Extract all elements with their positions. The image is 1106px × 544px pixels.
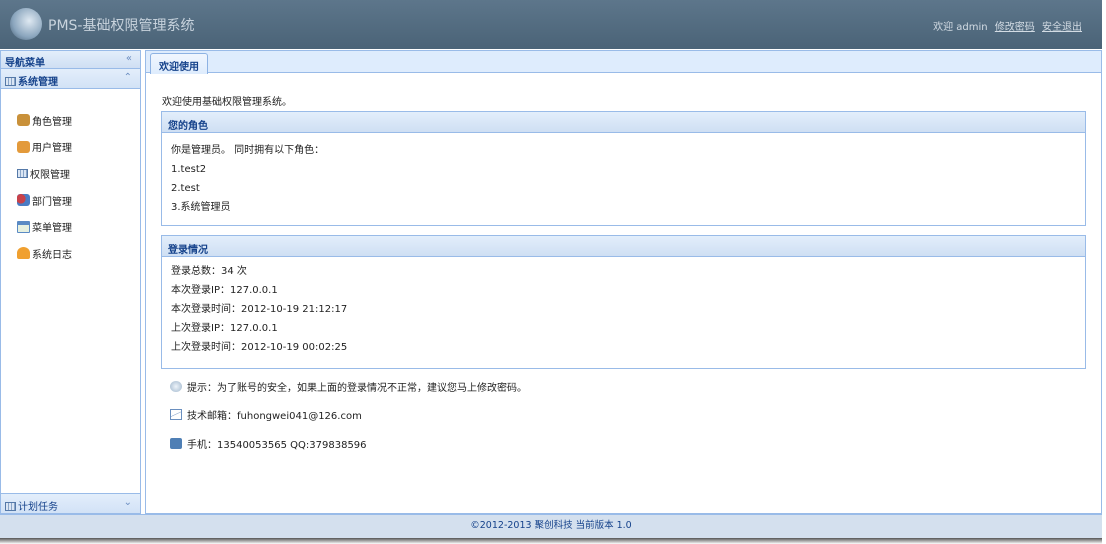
sidebar-item-role[interactable]: 角色管理 xyxy=(17,107,140,134)
phone-text: 手机：13540053565 QQ:379838596 xyxy=(187,440,367,451)
accordion-label: 系统管理 xyxy=(18,77,58,88)
roles-panel: 您的角色 你是管理员。 同时拥有以下角色： 1.test2 2.test 3.系… xyxy=(161,111,1086,226)
nav-panel-title: 导航菜单 xyxy=(5,58,45,69)
lightbulb-icon xyxy=(170,381,182,392)
tab-welcome[interactable]: 欢迎使用 xyxy=(150,53,208,74)
sidebar-item-department[interactable]: 部门管理 xyxy=(17,187,140,214)
sidebar-item-label: 部门管理 xyxy=(32,196,72,208)
accordion-scheduled-tasks[interactable]: 计划任务 ⌄ xyxy=(1,493,140,513)
sidebar-item-permission[interactable]: 权限管理 xyxy=(17,160,140,187)
security-tip: 提示：为了账号的安全，如果上面的登录情况不正常，建议您马上修改密码。 xyxy=(170,379,527,394)
sidebar-item-label: 菜单管理 xyxy=(32,223,72,235)
window-shadow xyxy=(0,538,1102,544)
main-panel: 欢迎使用 欢迎使用基础权限管理系统。 您的角色 你是管理员。 同时拥有以下角色：… xyxy=(145,50,1102,514)
welcome-text: 欢迎使用基础权限管理系统。 xyxy=(162,97,292,108)
role-item: 1.test2 xyxy=(171,164,207,175)
sidebar-item-menu[interactable]: 菜单管理 xyxy=(17,213,140,240)
current-login-ip: 本次登录IP：127.0.0.1 xyxy=(171,285,278,296)
sidebar-item-label: 角色管理 xyxy=(32,116,72,128)
login-panel-title: 登录情况 xyxy=(162,236,1085,257)
change-password-link[interactable]: 修改密码 xyxy=(995,22,1035,33)
login-panel: 登录情况 登录总数：34 次 本次登录IP：127.0.0.1 本次登录时间：2… xyxy=(161,235,1086,369)
collapse-icon[interactable]: « xyxy=(126,53,132,64)
sidebar-item-label: 用户管理 xyxy=(32,143,72,155)
footer: ©2012-2013 聚创科技 当前版本 1.0 xyxy=(0,514,1102,538)
last-login-ip: 上次登录IP：127.0.0.1 xyxy=(171,323,278,334)
user-bar: 欢迎 admin 修改密码 安全退出 xyxy=(933,18,1082,33)
app-title: PMS-基础权限管理系统 xyxy=(48,18,195,34)
chevron-down-icon[interactable]: ⌄ xyxy=(124,497,132,508)
roles-intro: 你是管理员。 同时拥有以下角色： xyxy=(171,145,325,156)
grid-icon xyxy=(5,502,16,511)
last-login-time: 上次登录时间：2012-10-19 00:02:25 xyxy=(171,342,348,353)
sidebar-item-label: 权限管理 xyxy=(30,169,70,181)
sidebar-item-label: 系统日志 xyxy=(32,249,72,261)
role-item: 2.test xyxy=(171,183,200,194)
current-login-time: 本次登录时间：2012-10-19 21:12:17 xyxy=(171,304,348,315)
app-header: PMS-基础权限管理系统 欢迎 admin 修改密码 安全退出 xyxy=(0,0,1102,49)
sidebar-item-log[interactable]: 系统日志 xyxy=(17,240,140,267)
log-icon xyxy=(17,247,30,260)
nav-panel: 导航菜单 « 系统管理 ⌃ 角色管理 用户管理 权限管理 部门管理 菜单管理 系… xyxy=(0,50,141,514)
menu-icon xyxy=(17,220,30,233)
tab-bar: 欢迎使用 xyxy=(146,51,1101,74)
accordion-system-management[interactable]: 系统管理 ⌃ xyxy=(1,69,140,89)
department-icon xyxy=(17,194,30,207)
logout-link[interactable]: 安全退出 xyxy=(1042,22,1082,33)
roles-panel-title: 您的角色 xyxy=(162,112,1085,133)
mail-icon xyxy=(170,409,182,420)
email-info: 技术邮箱：fuhongwei041@126.com xyxy=(170,407,362,422)
phone-info: 手机：13540053565 QQ:379838596 xyxy=(170,436,367,451)
user-icon xyxy=(17,140,30,153)
accordion-label: 计划任务 xyxy=(18,502,58,513)
login-count: 登录总数：34 次 xyxy=(171,266,247,277)
phone-icon xyxy=(170,438,182,449)
welcome-user: 欢迎 admin xyxy=(933,22,988,33)
role-item: 3.系统管理员 xyxy=(171,202,231,213)
grid-icon xyxy=(17,168,28,178)
sidebar-item-user[interactable]: 用户管理 xyxy=(17,134,140,161)
role-icon xyxy=(17,114,30,127)
grid-icon xyxy=(5,77,16,86)
logo-icon xyxy=(10,8,42,40)
chevron-up-icon[interactable]: ⌃ xyxy=(124,72,132,83)
tip-text: 提示：为了账号的安全，如果上面的登录情况不正常，建议您马上修改密码。 xyxy=(187,383,527,394)
nav-panel-header: 导航菜单 « xyxy=(1,51,140,69)
email-text: 技术邮箱：fuhongwei041@126.com xyxy=(187,411,362,422)
